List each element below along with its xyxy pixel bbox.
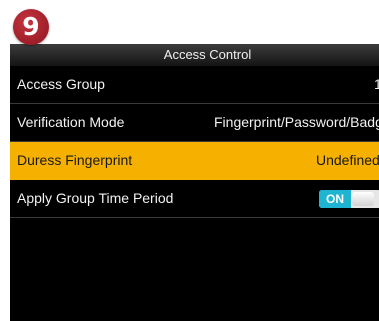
menu-item-label: Duress Fingerprint — [17, 152, 133, 168]
menu-item-label: Apply Group Time Period — [17, 190, 174, 206]
menu-item-label: Verification Mode — [17, 114, 125, 130]
menu-item-access-group[interactable]: Access Group 1 — [10, 66, 379, 104]
menu-item-apply-group-time-period[interactable]: Apply Group Time Period ON — [10, 180, 379, 218]
device-screen: Access Control Access Group 1 Verificati… — [10, 44, 379, 321]
toggle-knob — [352, 192, 374, 206]
page-title: Access Control — [10, 44, 379, 66]
menu-item-value: 1 — [374, 76, 379, 92]
step-number-badge: 9 — [13, 9, 49, 45]
menu-item-duress-fingerprint[interactable]: Duress Fingerprint Undefined — [10, 142, 379, 180]
menu-item-value: Undefined — [316, 152, 379, 168]
menu-item-verification-mode[interactable]: Verification Mode Fingerprint/Password/B… — [10, 104, 379, 142]
menu-item-value: Fingerprint/Password/Badge — [214, 114, 379, 130]
apply-group-time-period-toggle[interactable]: ON — [319, 190, 379, 208]
toggle-on-label: ON — [319, 190, 351, 208]
menu-item-label: Access Group — [17, 76, 105, 92]
